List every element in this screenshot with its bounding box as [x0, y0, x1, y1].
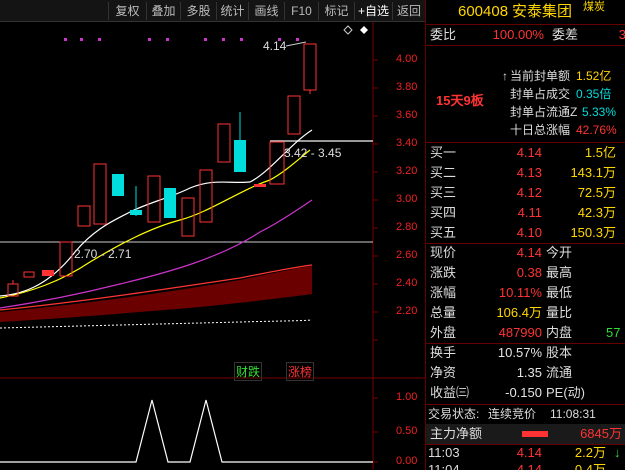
price-label: 3.60 — [396, 109, 418, 121]
quote-panel: 600408 安泰集团 煤炭 委比 100.00% 委差 3 15天9板 ↑ 当… — [425, 0, 625, 470]
fuquan-button[interactable]: 复权 — [108, 2, 146, 20]
price-ticks — [373, 59, 378, 463]
turnover-row: 换手 10.57% 股本 — [430, 345, 573, 360]
ma120-line — [0, 319, 313, 329]
price-label: 2.60 — [396, 249, 418, 261]
outer-inner-row: 外盘 487990 内盘 57 — [430, 325, 621, 340]
f10-button[interactable]: F10 — [284, 2, 318, 20]
change-row: 涨跌 0.38 最高 — [430, 265, 573, 280]
eps-row: 收益㈢ -0.150 PE(动) — [430, 385, 586, 400]
price-label: 2.80 — [396, 221, 418, 233]
high-annotation: 4.14 — [263, 39, 287, 53]
main-flow-row[interactable]: 主力净额 6845万 — [426, 424, 625, 444]
back-button[interactable]: 返回 — [392, 2, 425, 20]
indicator-label: 0.50 — [396, 425, 418, 437]
price-label: 3.20 — [396, 165, 418, 177]
volume-row: 总量 106.4万 量比 — [430, 305, 573, 320]
change-pct-row: 涨幅 10.11% 最低 — [430, 285, 573, 300]
stock-name: 安泰集团 — [512, 3, 573, 20]
seal-vol-row: 封单占成交 0.35倍 — [510, 87, 612, 101]
net-asset-row: 净资 1.35 流通 — [430, 365, 573, 380]
tick-row: 11:04 4.14 0.4万 — [428, 462, 606, 470]
price-label: 2.20 — [396, 305, 418, 317]
price-label: 3.40 — [396, 137, 418, 149]
overlay-button[interactable]: 叠加 — [146, 2, 180, 20]
zhangbang-tag[interactable]: 涨榜 — [286, 362, 315, 381]
price-label: 4.00 — [396, 53, 418, 65]
candles — [7, 43, 317, 297]
bid-row[interactable]: 买五 4.10 150.3万 — [426, 223, 625, 243]
draw-line-button[interactable]: 画线 — [248, 2, 284, 20]
chart-toolbar: 复权 叠加 多股 统计 画线 F10 标记 +自选 返回 — [0, 0, 425, 22]
indicator-label: 1.00 — [396, 391, 418, 403]
add-watchlist-button[interactable]: +自选 — [354, 2, 392, 20]
bid-row[interactable]: 买三 4.12 72.5万 — [426, 183, 625, 203]
indicator-label: 0.00 — [396, 455, 418, 467]
kline-svg — [0, 22, 425, 470]
weibi-row: 委比 100.00% 委差 3 — [430, 27, 625, 42]
seal-amount-row: ↑ 当前封单额 1.52亿 — [502, 69, 612, 83]
price-label: 2.40 — [396, 277, 418, 289]
indicator-line — [0, 399, 373, 463]
bid-row[interactable]: 买一 4.14 1.5亿 — [426, 143, 625, 163]
price-row: 现价 4.14 今开 — [430, 245, 573, 260]
trade-status-row: 交易状态: 连续竞价 11:08:31 — [428, 407, 596, 421]
seal-float-row: 封单占流通Z 5.33% — [510, 105, 617, 119]
caidie-tag[interactable]: 财跌 — [234, 362, 263, 381]
bid-row[interactable]: 买二 4.13 143.1万 — [426, 163, 625, 183]
price-label: 3.00 — [396, 193, 418, 205]
range-annotation-low: 2.70 - 2.71 — [74, 247, 132, 261]
statistics-button[interactable]: 统计 — [216, 2, 248, 20]
bid-row[interactable]: 买四 4.11 42.3万 — [426, 203, 625, 223]
mark-button[interactable]: 标记 — [318, 2, 354, 20]
price-label: 3.80 — [396, 81, 418, 93]
sector-tag[interactable]: 煤炭 — [583, 0, 605, 17]
kline-chart[interactable]: 4.00 3.80 3.60 3.40 3.20 3.00 2.80 2.60 … — [0, 22, 425, 470]
high-annotation-arrow — [285, 41, 307, 47]
range-annotation-high: 3.42 - 3.45 — [284, 146, 342, 160]
stock-header: 600408 安泰集团 煤炭 — [426, 0, 625, 24]
stock-code: 600408 — [458, 3, 509, 20]
ten-day-row: 十日总涨幅 42.76% — [510, 123, 617, 137]
main-flow-bar — [522, 431, 548, 437]
multi-stock-button[interactable]: 多股 — [180, 2, 216, 20]
chart-mode-icons[interactable] — [343, 25, 368, 35]
